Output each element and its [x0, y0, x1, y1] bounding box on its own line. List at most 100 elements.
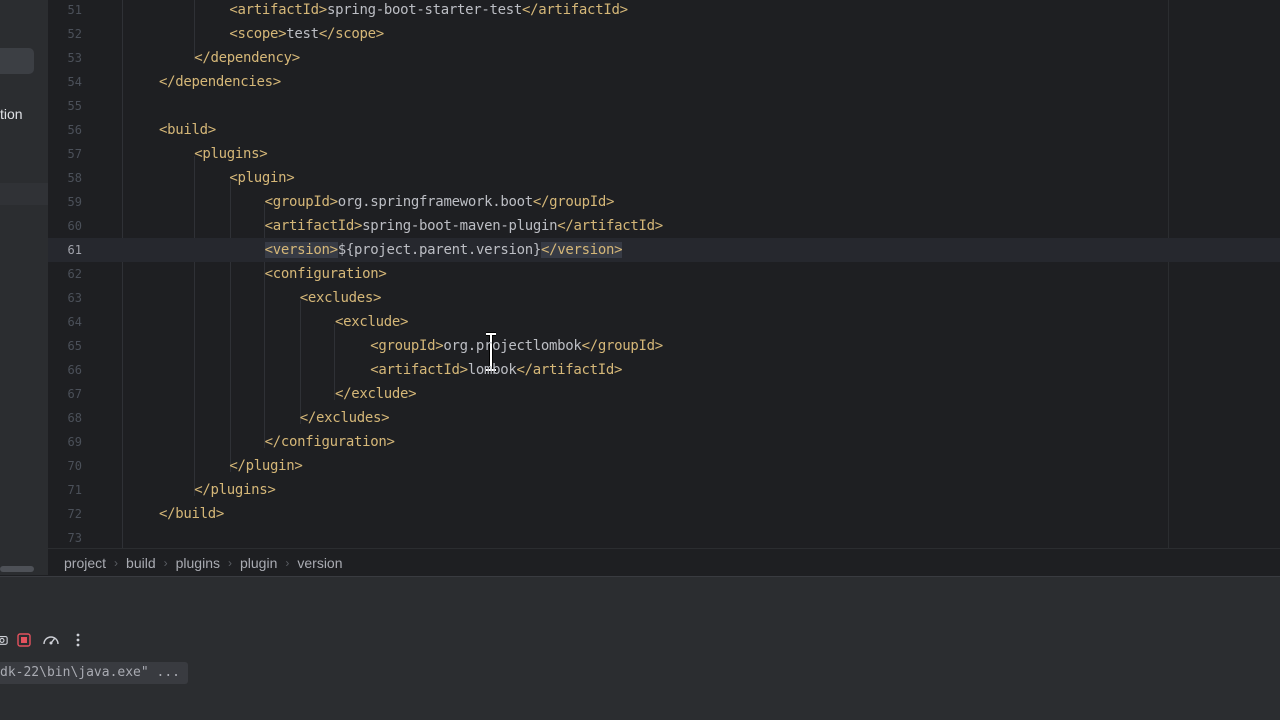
breadcrumb-item[interactable]: plugins: [172, 555, 224, 571]
breadcrumb-separator: ›: [228, 555, 232, 570]
xml-text-token: spring-boot-starter-test: [326, 2, 523, 18]
tree-item-label[interactable]: tion: [0, 106, 23, 122]
line-number: 58: [67, 171, 82, 185]
breadcrumb-item[interactable]: version: [293, 555, 346, 571]
xml-tag-token: <groupId>: [370, 338, 444, 354]
breadcrumb-item[interactable]: build: [122, 555, 160, 571]
code-text: <configuration>: [265, 262, 387, 286]
code-line[interactable]: 69 </configuration>: [48, 430, 1280, 454]
code-line[interactable]: 53 </dependency>: [48, 46, 1280, 70]
code-text: <artifactId>lombok</artifactId>: [370, 358, 622, 382]
code-line[interactable]: 68 </excludes>: [48, 406, 1280, 430]
horizontal-scrollbar[interactable]: [0, 566, 34, 572]
line-number: 68: [67, 411, 82, 425]
camera-icon[interactable]: [0, 629, 8, 651]
line-number: 62: [67, 267, 82, 281]
xml-text-token: org.springframework.boot: [337, 194, 533, 210]
code-line[interactable]: 64 <exclude>: [48, 310, 1280, 334]
stop-icon[interactable]: [13, 629, 35, 651]
code-text: <version>${project.parent.version}</vers…: [264, 238, 623, 262]
breadcrumb-separator: ›: [285, 555, 290, 570]
xml-tag-token: <scope>: [229, 26, 287, 42]
code-line[interactable]: 56 <build>: [48, 118, 1280, 142]
selected-tree-item[interactable]: [0, 48, 34, 74]
xml-tag-token: </scope>: [318, 26, 384, 42]
line-number: 70: [67, 459, 82, 473]
code-text: </configuration>: [265, 430, 395, 454]
xml-tag-token: </artifactId>: [522, 2, 628, 18]
xml-tag-token: <exclude>: [335, 314, 409, 330]
xml-tag-token: </plugin>: [229, 458, 303, 474]
line-number: 66: [67, 363, 82, 377]
line-number: 52: [67, 27, 82, 41]
xml-tag-token: </dependencies>: [159, 74, 281, 90]
line-number: 61: [67, 243, 82, 257]
console-output-line[interactable]: dk-22\bin\java.exe" ...: [0, 662, 189, 684]
code-text: </dependencies>: [159, 70, 281, 94]
code-text: <plugin>: [229, 166, 294, 190]
xml-tag-token: <excludes>: [299, 290, 382, 306]
line-number: 69: [67, 435, 82, 449]
line-number: 64: [67, 315, 82, 329]
code-line[interactable]: 65 <groupId>org.projectlombok</groupId>: [48, 334, 1280, 358]
code-text: <plugins>: [194, 142, 267, 166]
code-line[interactable]: 70 </plugin>: [48, 454, 1280, 478]
run-toolbar: [0, 627, 94, 653]
xml-tag-token: </groupId>: [532, 194, 615, 210]
xml-tag-token: <version>: [264, 242, 338, 258]
code-text: <excludes>: [299, 286, 382, 310]
code-line[interactable]: 71 </plugins>: [48, 478, 1280, 502]
line-number: 55: [67, 99, 82, 113]
code-text: <artifactId>spring-boot-maven-plugin</ar…: [265, 214, 664, 238]
breadcrumb-separator: ›: [163, 555, 168, 570]
ide-window: tion 51 <artifactId>spring-boot-starter-t…: [0, 0, 1280, 720]
code-text: </build>: [159, 502, 224, 526]
xml-tag-token: </artifactId>: [557, 218, 663, 234]
xml-text-token: org.projectlombok: [443, 338, 582, 354]
line-number: 67: [67, 387, 82, 401]
xml-tag-token: <groupId>: [264, 194, 338, 210]
speedometer-icon[interactable]: [40, 629, 62, 651]
xml-tag-token: </dependency>: [194, 50, 300, 66]
code-text: </excludes>: [300, 406, 390, 430]
code-text: </plugin>: [229, 454, 302, 478]
xml-tag-token: <artifactId>: [370, 362, 468, 378]
code-text: <exclude>: [335, 310, 408, 334]
code-line[interactable]: 54 </dependencies>: [48, 70, 1280, 94]
code-line[interactable]: 60 <artifactId>spring-boot-maven-plugin</…: [48, 214, 1280, 238]
line-number: 73: [67, 531, 82, 545]
xml-text-token: ${project.parent.version}: [337, 242, 542, 258]
code-line[interactable]: 66 <artifactId>lombok</artifactId>: [48, 358, 1280, 382]
code-line[interactable]: 72 </build>: [48, 502, 1280, 526]
code-line[interactable]: 73: [48, 526, 1280, 548]
breadcrumb-item[interactable]: project: [60, 555, 110, 571]
more-vertical-icon[interactable]: [67, 629, 89, 651]
code-line[interactable]: 61 <version>${project.parent.version}</ve…: [48, 238, 1280, 262]
xml-text-token: spring-boot-maven-plugin: [362, 218, 558, 234]
code-text: <build>: [159, 118, 216, 142]
code-editor[interactable]: 51 <artifactId>spring-boot-starter-test</…: [48, 0, 1280, 548]
code-text: <groupId>org.projectlombok</groupId>: [370, 334, 663, 358]
xml-text-token: lombok: [467, 362, 517, 378]
code-line[interactable]: 51 <artifactId>spring-boot-starter-test</…: [48, 0, 1280, 22]
code-line[interactable]: 55: [48, 94, 1280, 118]
line-number: 71: [67, 483, 82, 497]
code-line[interactable]: 63 <excludes>: [48, 286, 1280, 310]
code-text: <artifactId>spring-boot-starter-test</ar…: [229, 0, 628, 22]
xml-tag-token: </groupId>: [581, 338, 664, 354]
tree-item-highlight[interactable]: [0, 183, 48, 205]
line-number: 53: [67, 51, 82, 65]
code-line[interactable]: 52 <scope>test</scope>: [48, 22, 1280, 46]
code-line[interactable]: 59 <groupId>org.springframework.boot</gro…: [48, 190, 1280, 214]
xml-text-token: test: [286, 26, 319, 42]
line-number: 65: [67, 339, 82, 353]
code-line[interactable]: 57 <plugins>: [48, 142, 1280, 166]
code-text: </dependency>: [194, 46, 300, 70]
xml-tag-token: <build>: [159, 122, 216, 138]
code-text: <scope>test</scope>: [229, 22, 384, 46]
xml-tag-token: </version>: [540, 242, 623, 258]
code-line[interactable]: 58 <plugin>: [48, 166, 1280, 190]
code-line[interactable]: 62 <configuration>: [48, 262, 1280, 286]
breadcrumb-item[interactable]: plugin: [236, 555, 281, 571]
code-line[interactable]: 67 </exclude>: [48, 382, 1280, 406]
